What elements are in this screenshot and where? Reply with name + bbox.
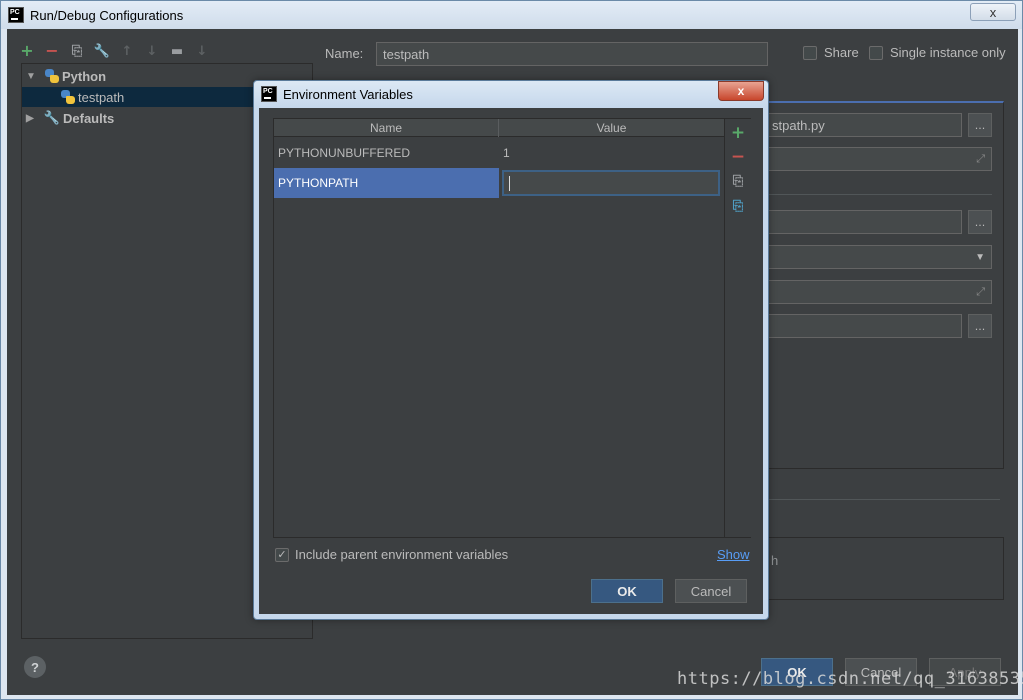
expand-icon[interactable]: ⤢ [976,286,985,299]
help-button[interactable]: ? [24,656,46,678]
column-header-value[interactable]: Value [499,119,724,137]
collapsed-triangle-icon[interactable]: ▶ [26,113,38,124]
section-divider [767,194,992,195]
text-caret [509,175,510,191]
single-instance-checkbox[interactable] [869,45,883,60]
env-name-cell[interactable]: PYTHONUNBUFFERED [274,138,499,168]
copy-icon[interactable]: ⎘ [730,173,746,189]
name-label: Name: [325,46,363,61]
share-checkbox[interactable] [803,45,817,60]
before-launch-panel [767,537,1004,600]
python-icon [44,68,60,84]
table-row[interactable]: PYTHONUNBUFFERED 1 [274,138,724,168]
tree-node-label: testpath [78,89,125,105]
paste-icon[interactable]: ⎘ [730,198,746,214]
env-value-cell[interactable]: 1 [499,138,724,168]
name-input[interactable]: testpath [376,42,768,66]
dialog-title: Environment Variables [283,86,413,102]
include-parent-label: Include parent environment variables [295,547,509,562]
dialog-ok-button[interactable]: OK [591,579,663,603]
add-icon[interactable]: + [730,123,746,143]
tree-node-label: Python [62,68,107,84]
folder-icon[interactable]: ▬ [169,43,185,59]
remove-icon[interactable]: − [44,43,60,59]
expanded-triangle-icon[interactable]: ▼ [26,71,38,82]
env-value-cell-editing[interactable] [499,168,724,198]
working-dir-input[interactable] [767,314,962,338]
config-toolbar: + − ⎘ 🔧 ↑ ↓ ▬ ↓ [19,41,210,61]
include-parent-option[interactable]: ✓ Include parent environment variables [275,547,508,562]
table-side-toolbar: + − ⎘ ⎘ [724,119,751,537]
dialog-close-button[interactable]: x [718,81,764,101]
pycharm-logo-icon: PC [261,86,277,102]
env-vars-table: Name Value PYTHONUNBUFFERED 1 PYTHONPATH… [273,118,751,538]
copy-icon[interactable]: ⎘ [69,43,85,59]
script-path-input[interactable]: stpath.py [767,113,962,137]
share-label: Share [824,45,859,60]
single-instance-label: Single instance only [890,45,1006,60]
table-header: Name Value [274,119,724,137]
edit-defaults-icon[interactable]: 🔧 [94,43,110,59]
add-icon[interactable]: + [19,43,35,59]
wrench-icon: 🔧 [43,110,61,125]
env-name-cell[interactable]: PYTHONPATH [274,168,499,198]
dialog-cancel-button[interactable]: Cancel [675,579,747,603]
move-up-icon[interactable]: ↑ [119,43,135,59]
env-value-editor[interactable] [502,170,720,196]
pycharm-logo-icon: PC [8,7,24,23]
dialog-client-area: Name Value PYTHONUNBUFFERED 1 PYTHONPATH… [259,108,763,614]
working-dir-browse-button[interactable]: ... [968,314,992,338]
window-titlebar[interactable]: PC Run/Debug Configurations x [1,1,1022,29]
chevron-down-icon[interactable]: ▼ [975,252,985,263]
script-params-input[interactable]: ⤢ [767,147,992,171]
interpreter-select[interactable]: ▼ [767,245,992,269]
window-title: Run/Debug Configurations [30,7,184,23]
table-row-selected[interactable]: PYTHONPATH [274,168,724,198]
sort-icon[interactable]: ↓ [194,43,210,59]
watermark-text: https://blog.csdn.net/qq_31638535 [677,669,1023,689]
remove-icon[interactable]: − [730,147,746,167]
name-label-text: Name: [325,46,364,61]
dialog-titlebar[interactable]: PC Environment Variables x [254,81,768,107]
share-option[interactable]: Share [803,45,859,60]
tree-node-label: Defaults [63,110,115,126]
partially-hidden-text: h [771,553,779,568]
column-header-name[interactable]: Name [274,119,499,137]
include-parent-checkbox[interactable]: ✓ [275,547,289,562]
env-vars-browse-button[interactable]: ... [968,210,992,234]
python-icon [60,89,76,105]
section-divider [767,499,1000,500]
show-link[interactable]: Show [717,547,750,562]
browse-script-button[interactable]: ... [968,113,992,137]
single-instance-option[interactable]: Single instance only [869,45,1006,60]
interpreter-options-input[interactable]: ⤢ [767,280,992,304]
move-down-icon[interactable]: ↓ [144,43,160,59]
environment-variables-dialog: PC Environment Variables x Name Value PY… [253,80,769,620]
expand-icon[interactable]: ⤢ [976,153,985,166]
env-vars-input[interactable] [767,210,962,234]
window-close-button[interactable]: x [970,3,1016,21]
